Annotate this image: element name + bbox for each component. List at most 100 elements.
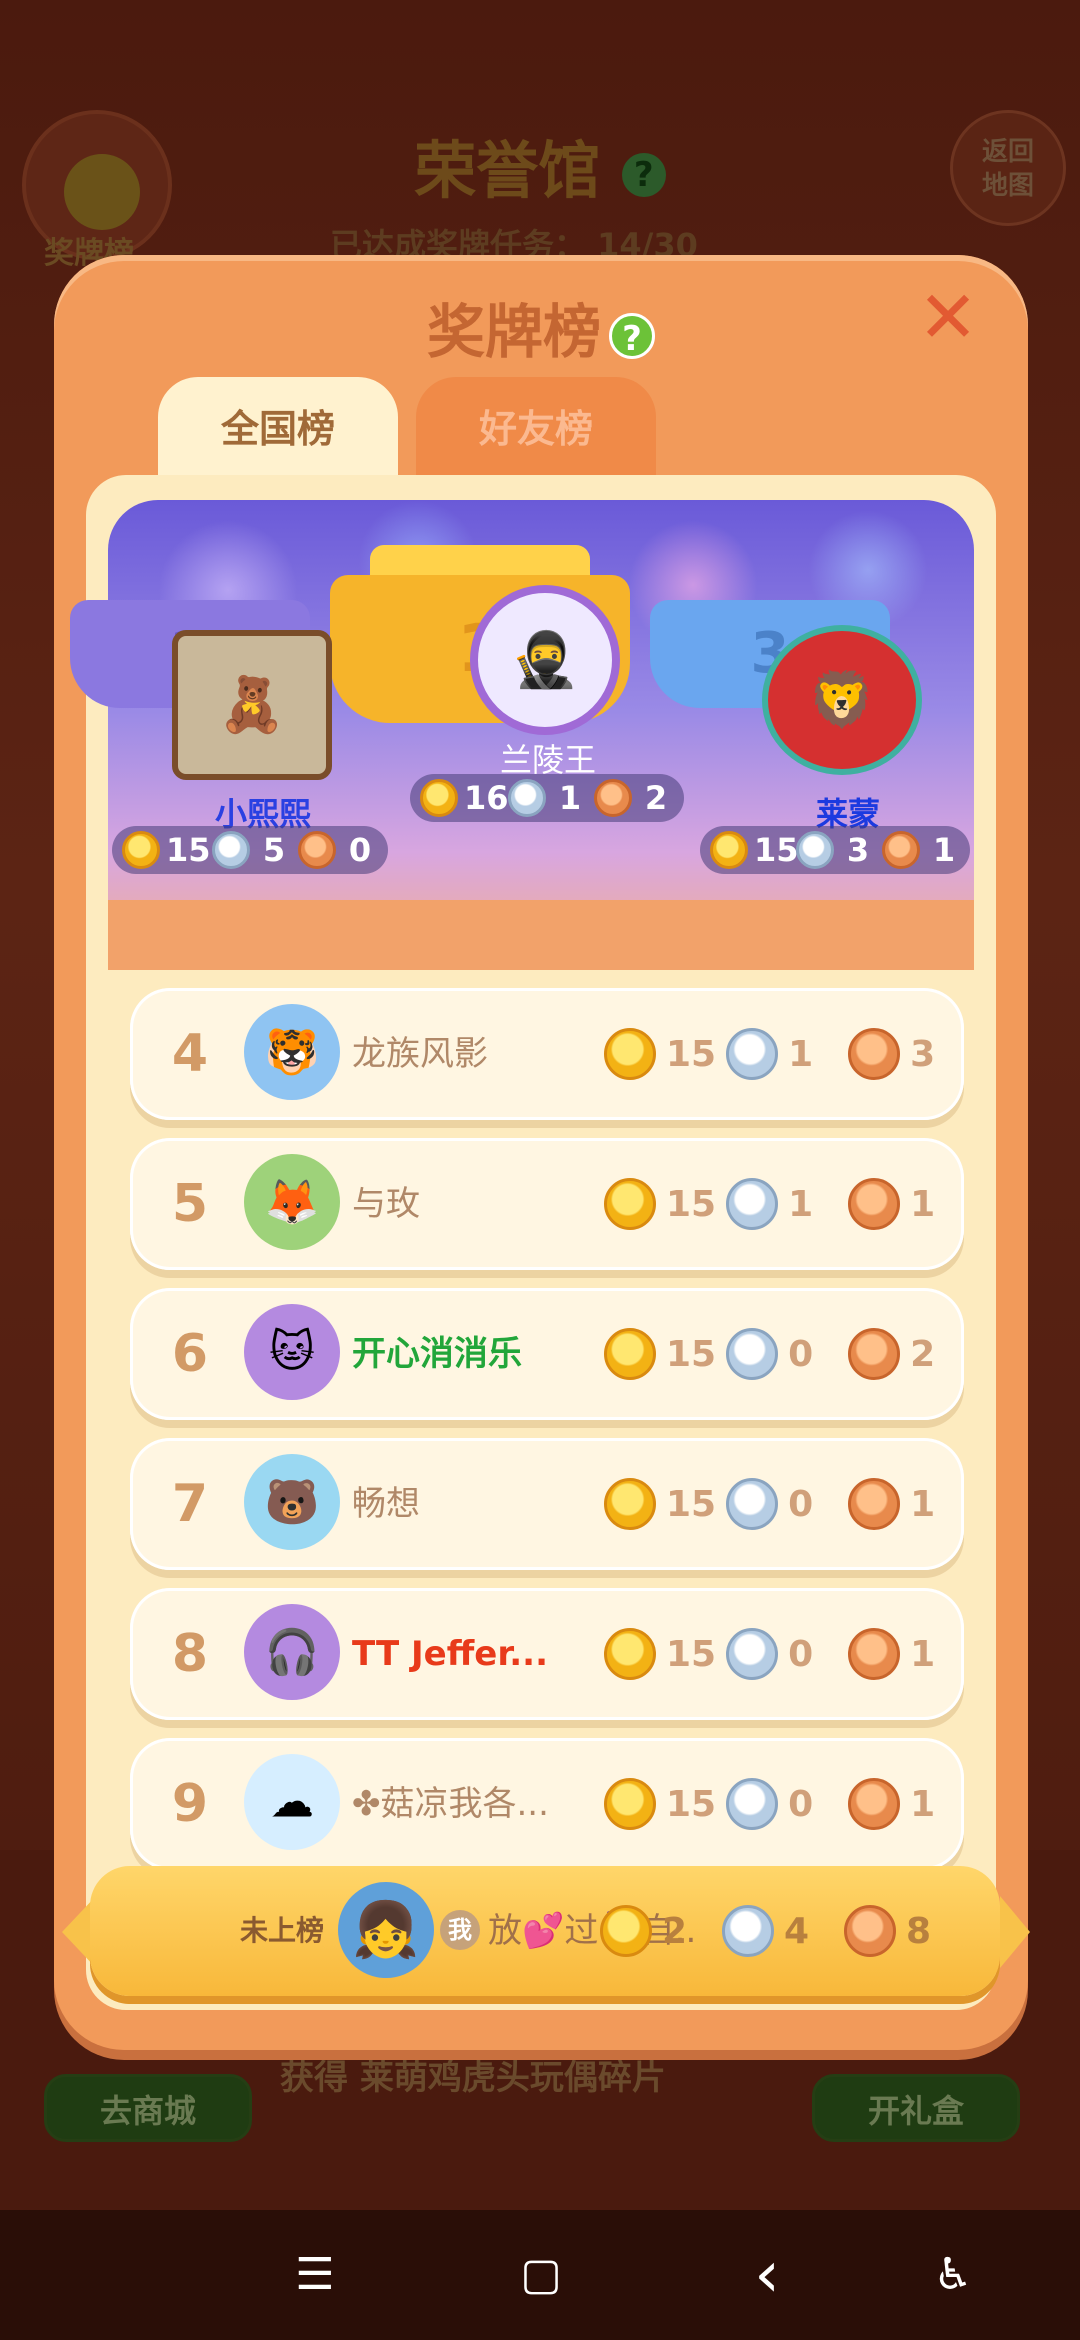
modal-title: 奖牌榜? xyxy=(54,285,1028,369)
silver-count: 1 xyxy=(788,1033,814,1075)
player-name: 与玫 xyxy=(352,1184,420,1224)
gold-count: 15 xyxy=(666,1783,717,1825)
second-medals: 15 5 0 xyxy=(112,826,388,874)
avatar-second[interactable]: 🧸 xyxy=(172,630,332,780)
silver-count: 4 xyxy=(784,1910,810,1952)
avatar-first[interactable]: 🥷 xyxy=(470,585,620,735)
bronze-count: 2 xyxy=(644,779,668,817)
rank-number: 6 xyxy=(171,1324,209,1384)
gift-description: 获得 莱萌鸡虎头玩偶碎片 xyxy=(280,2058,666,2098)
medal-counts: 15 0 1 xyxy=(604,1738,960,1870)
help-icon[interactable]: ? xyxy=(609,312,655,359)
gold-count: 15 xyxy=(666,1483,717,1525)
silver-count: 0 xyxy=(788,1783,814,1825)
silver-medal-icon xyxy=(722,1905,774,1957)
gold-medal-icon xyxy=(604,1478,656,1530)
silver-medal-icon xyxy=(796,831,834,869)
bronze-count: 1 xyxy=(910,1183,936,1225)
bronze-medal-icon xyxy=(594,779,632,817)
player-name: 开心消消乐 xyxy=(352,1334,522,1374)
gold-medal-icon xyxy=(604,1328,656,1380)
bronze-count: 3 xyxy=(910,1033,936,1075)
silver-count: 0 xyxy=(788,1333,814,1375)
rank-number: 4 xyxy=(171,1024,209,1084)
bronze-count: 1 xyxy=(932,831,956,869)
silver-count: 0 xyxy=(788,1633,814,1675)
bronze-count: 0 xyxy=(348,831,372,869)
system-nav-bar: ☰ ▢ ‹ ♿ xyxy=(0,2210,1080,2340)
tiger-icon: 🐯 xyxy=(264,1027,320,1078)
rank-number: 5 xyxy=(171,1174,209,1234)
silver-count: 3 xyxy=(846,831,870,869)
silver-count: 5 xyxy=(262,831,286,869)
bronze-medal-icon xyxy=(848,1778,901,1830)
tab-national[interactable]: 全国榜 xyxy=(158,377,398,487)
gold-medal-icon xyxy=(604,1028,656,1080)
silver-count: 0 xyxy=(788,1483,814,1525)
leaderboard-row[interactable]: 6 🐱 开心消消乐 15 0 2 xyxy=(130,1288,964,1420)
gold-count: 15 xyxy=(754,831,799,869)
silver-medal-icon xyxy=(726,1778,779,1830)
go-shop-button[interactable]: 去商城 xyxy=(44,2074,252,2142)
bronze-medal-icon xyxy=(298,831,336,869)
hall-title: 荣誉馆 ? xyxy=(0,120,1080,210)
return-map-button[interactable]: 返回 地图 xyxy=(950,110,1066,226)
bear-icon: 🐻 xyxy=(264,1477,320,1528)
leaderboard-row[interactable]: 7 🐻 畅想 15 0 1 xyxy=(130,1438,964,1570)
lion-icon: 🦁 xyxy=(808,668,876,731)
home-icon[interactable]: ▢ xyxy=(506,2240,576,2310)
leaderboard-row[interactable]: 5 🦊 与玫 15 1 1 xyxy=(130,1138,964,1270)
bronze-medal-icon xyxy=(848,1328,901,1380)
avatar: ☁ xyxy=(244,1754,340,1850)
medal-counts: 15 0 1 xyxy=(604,1438,960,1570)
gold-medal-icon xyxy=(604,1778,656,1830)
help-icon: ? xyxy=(621,152,666,197)
leaderboard-row[interactable]: 8 🎧 TT Jeffer... 15 0 1 xyxy=(130,1588,964,1720)
silver-medal-icon xyxy=(508,779,546,817)
back-icon[interactable]: ‹ xyxy=(732,2240,802,2310)
silver-medal-icon xyxy=(212,831,250,869)
silver-count: 1 xyxy=(558,779,582,817)
character-icon: 🎧 xyxy=(264,1627,320,1678)
first-medals: 16 1 2 xyxy=(410,774,684,822)
gold-medal-icon xyxy=(420,779,458,817)
bronze-count: 1 xyxy=(910,1483,936,1525)
bronze-medal-icon xyxy=(882,831,920,869)
gold-medal-icon xyxy=(604,1628,656,1680)
avatar: 🐯 xyxy=(244,1004,340,1100)
gold-medal-icon xyxy=(600,1905,652,1957)
return-label-2: 地图 xyxy=(981,171,1034,201)
silver-medal-icon xyxy=(726,1328,779,1380)
avatar: 🎧 xyxy=(244,1604,340,1700)
rank-number: 7 xyxy=(171,1474,209,1534)
open-gift-button[interactable]: 开礼盒 xyxy=(812,2074,1020,2142)
leaderboard-row[interactable]: 9 ☁ ✤菇凉我各... 15 0 1 xyxy=(130,1738,964,1870)
my-rank-row[interactable]: 未上榜 👧 我 放💕过💐自... 2 4 8 xyxy=(90,1866,1000,1996)
bronze-medal-icon xyxy=(844,1905,896,1957)
cloud-icon: ☁ xyxy=(270,1776,314,1828)
stage-floor xyxy=(108,900,974,970)
ninja-icon: 🥷 xyxy=(511,628,579,691)
medal-counts: 15 0 2 xyxy=(604,1288,960,1420)
bronze-count: 1 xyxy=(910,1783,936,1825)
bronze-medal-icon xyxy=(848,1478,901,1530)
gold-count: 15 xyxy=(666,1333,717,1375)
gold-count: 15 xyxy=(666,1633,717,1675)
rank-number: 8 xyxy=(171,1624,209,1684)
return-label-1: 返回 xyxy=(981,137,1034,167)
player-name: 龙族风影 xyxy=(352,1034,488,1074)
gold-count: 15 xyxy=(166,831,211,869)
avatar-third[interactable]: 🦁 xyxy=(762,625,922,775)
menu-icon[interactable]: ☰ xyxy=(280,2240,350,2310)
gold-medal-icon xyxy=(710,831,748,869)
tab-friends[interactable]: 好友榜 xyxy=(416,377,656,487)
bear-icon: 🧸 xyxy=(218,673,286,736)
player-name: 畅想 xyxy=(352,1484,420,1524)
close-icon[interactable]: ✕ xyxy=(916,281,980,353)
fox-icon: 🦊 xyxy=(264,1177,320,1228)
accessibility-icon[interactable]: ♿ xyxy=(918,2240,988,2310)
hall-title-text: 荣誉馆 xyxy=(414,134,601,207)
leaderboard-row[interactable]: 4 🐯 龙族风影 15 1 3 xyxy=(130,988,964,1120)
avatar: 🐱 xyxy=(244,1304,340,1400)
gold-count: 15 xyxy=(666,1033,717,1075)
